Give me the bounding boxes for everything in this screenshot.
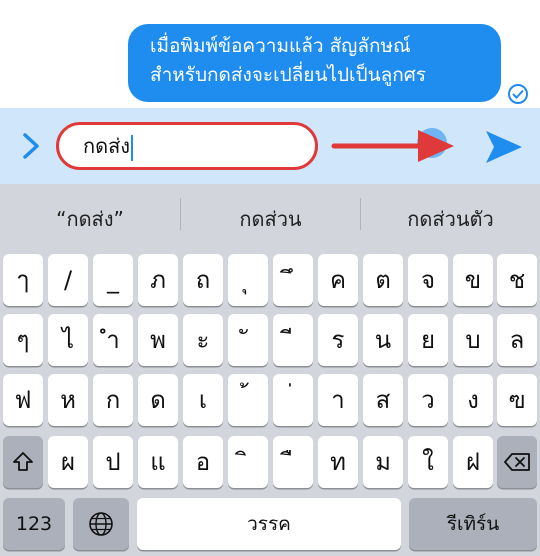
key[interactable]: น — [363, 314, 403, 366]
message-line-1: เมื่อพิมพ์ข้อความแล้ว สัญลักษณ์ — [150, 35, 411, 57]
key[interactable]: ใ — [408, 436, 448, 488]
key[interactable]: ป — [93, 436, 133, 488]
key[interactable]: ถ — [183, 254, 223, 306]
key[interactable]: ก — [93, 374, 133, 426]
key[interactable]: ฟ — [3, 374, 43, 426]
key[interactable]: ข — [453, 254, 493, 306]
annotation-arrow-icon — [331, 130, 454, 162]
suggestion-item[interactable]: “กดส่ง” — [0, 184, 180, 246]
key[interactable]: แ — [138, 436, 178, 488]
message-input-text: กดส่ง — [83, 134, 131, 158]
key[interactable]: ช — [497, 254, 537, 306]
key[interactable]: / — [48, 254, 88, 306]
key[interactable]: ส — [363, 374, 403, 426]
key[interactable]: อ — [183, 436, 223, 488]
chat-area: เมื่อพิมพ์ข้อความแล้ว สัญลักษณ์ สำหรับกด… — [0, 0, 540, 108]
key[interactable]: ิ — [228, 436, 268, 488]
message-input[interactable]: กดส่ง — [56, 122, 318, 170]
backspace-icon — [504, 453, 530, 471]
key[interactable]: จ — [408, 254, 448, 306]
key[interactable]: ี — [273, 314, 313, 366]
globe-key[interactable] — [73, 498, 129, 550]
key[interactable]: ึ — [273, 254, 313, 306]
key[interactable]: ด — [138, 374, 178, 426]
key[interactable]: บ — [453, 314, 493, 366]
key[interactable]: ้ — [228, 374, 268, 426]
thai-keyboard: “กดส่ง” กดส่วน กดส่วนตัว ๅ / _ ภ ถ ุ ึ ค… — [0, 184, 540, 556]
message-line-2: สำหรับกดส่งจะเปลี่ยนไปเป็นลูกศร — [150, 64, 427, 86]
key[interactable]: ล — [497, 314, 537, 366]
key[interactable]: ภ — [138, 254, 178, 306]
message-bubble[interactable]: เมื่อพิมพ์ข้อความแล้ว สัญลักษณ์ สำหรับกด… — [128, 24, 501, 102]
key[interactable]: เ — [183, 374, 223, 426]
key[interactable]: ฃ — [497, 374, 537, 426]
read-receipt-icon — [508, 84, 528, 104]
key[interactable]: ท — [318, 436, 358, 488]
backspace-key[interactable] — [497, 436, 537, 488]
key[interactable]: ั — [228, 314, 268, 366]
globe-icon — [89, 512, 113, 536]
key[interactable]: ไ — [48, 314, 88, 366]
send-icon[interactable] — [482, 127, 526, 167]
key[interactable]: ะ — [183, 314, 223, 366]
key[interactable]: ๅ — [3, 254, 43, 306]
key[interactable]: ร — [318, 314, 358, 366]
numbers-key[interactable]: 123 — [3, 498, 65, 550]
key[interactable]: ง — [453, 374, 493, 426]
shift-key[interactable] — [3, 436, 43, 488]
key[interactable]: ฝ — [453, 436, 493, 488]
compose-bar: กดส่ง — [0, 108, 540, 184]
key[interactable]: พ — [138, 314, 178, 366]
key[interactable]: _ — [93, 254, 133, 306]
key[interactable]: ว — [408, 374, 448, 426]
key[interactable]: ต — [363, 254, 403, 306]
expand-chevron-icon[interactable] — [20, 132, 44, 160]
suggestion-item[interactable]: กดส่วน — [181, 184, 360, 246]
key[interactable]: ค — [318, 254, 358, 306]
return-key[interactable]: รีเทิร์น — [409, 498, 537, 550]
space-key[interactable]: วรรค — [137, 498, 401, 550]
key[interactable]: ย — [408, 314, 448, 366]
key[interactable]: ผ — [48, 436, 88, 488]
text-caret — [131, 134, 134, 161]
key[interactable]: ุ — [228, 254, 268, 306]
shift-icon — [13, 452, 33, 471]
suggestion-item[interactable]: กดส่วนตัว — [361, 184, 540, 246]
key[interactable]: า — [318, 374, 358, 426]
key[interactable]: ห — [48, 374, 88, 426]
key[interactable]: ำ — [93, 314, 133, 366]
key[interactable]: ม — [363, 436, 403, 488]
key[interactable]: ๆ — [3, 314, 43, 366]
key[interactable]: ื — [273, 436, 313, 488]
suggestion-bar: “กดส่ง” กดส่วน กดส่วนตัว — [0, 184, 540, 246]
key[interactable]: ่ — [273, 374, 313, 426]
